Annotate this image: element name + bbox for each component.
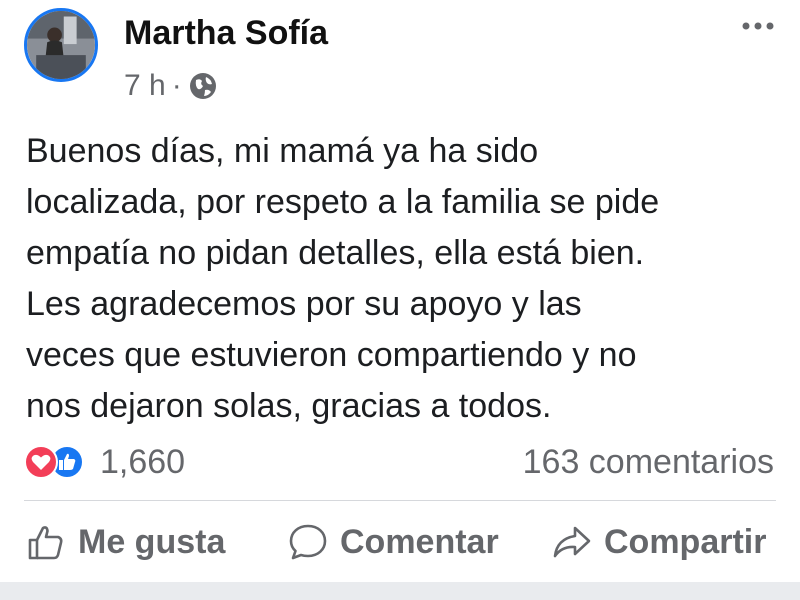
post-actions: Me gusta Comentar Compartir [0,512,800,572]
more-options-icon[interactable] [738,14,778,38]
like-button-label: Me gusta [78,522,226,561]
feed-separator [0,582,800,600]
post-meta: 7 h · [124,66,218,106]
meta-separator: · [171,69,182,102]
globe-icon[interactable] [188,71,218,101]
like-button[interactable]: Me gusta [24,512,225,572]
share-button-label: Compartir [604,522,767,561]
avatar-image [27,11,95,79]
facebook-post: Martha Sofía 7 h · Buenos días, mi mamá … [0,0,800,600]
reactions-summary[interactable]: 1,660 [24,440,185,484]
divider [24,500,776,501]
reaction-icons [24,443,92,481]
post-text: Buenos días, mi mamá ya ha sido localiza… [26,132,660,425]
comments-count[interactable]: 163 comentarios [523,440,774,484]
comment-button-label: Comentar [340,522,499,561]
share-button[interactable]: Compartir [550,512,766,572]
love-icon [24,445,58,479]
reactions-count: 1,660 [100,442,186,481]
share-icon [550,520,594,564]
thumbs-up-icon [24,520,68,564]
avatar[interactable] [24,8,98,82]
comment-button[interactable]: Comentar [286,512,499,572]
comment-icon [286,520,330,564]
post-time[interactable]: 7 h [124,69,166,103]
author-name[interactable]: Martha Sofía [124,14,328,53]
